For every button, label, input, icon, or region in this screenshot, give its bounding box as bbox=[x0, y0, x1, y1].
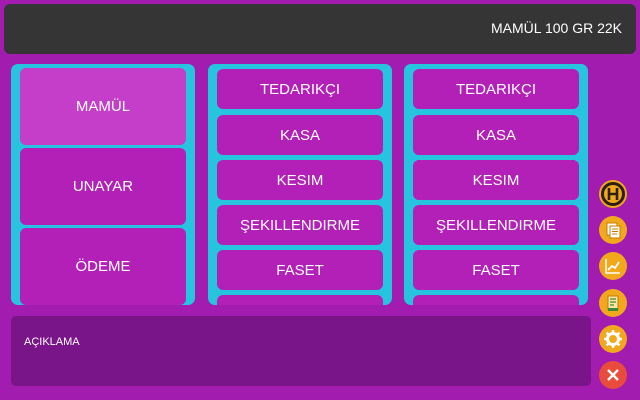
middle-option-faset[interactable]: FASET bbox=[217, 250, 383, 290]
middle-option-sekillendirme[interactable]: ŞEKILLENDIRME bbox=[217, 205, 383, 245]
description-label: AÇIKLAMA bbox=[24, 336, 80, 348]
documents-icon[interactable] bbox=[599, 216, 627, 244]
middle-option-kesim[interactable]: KESIM bbox=[217, 160, 383, 200]
right-option-sekillendirme[interactable]: ŞEKILLENDIRME bbox=[413, 205, 579, 245]
close-icon[interactable] bbox=[599, 361, 627, 389]
category-button-unayar[interactable]: UNAYAR bbox=[20, 148, 186, 225]
category-button-odeme[interactable]: ÖDEME bbox=[20, 228, 186, 305]
category-button-mamul[interactable]: MAMÜL bbox=[20, 68, 186, 145]
right-option-kasa[interactable]: KASA bbox=[413, 115, 579, 155]
category-panel: MAMÜL UNAYAR ÖDEME bbox=[11, 64, 195, 305]
gear-icon[interactable] bbox=[599, 325, 627, 353]
h-icon[interactable] bbox=[599, 180, 627, 208]
middle-option-kasa[interactable]: KASA bbox=[217, 115, 383, 155]
header-bar: MAMÜL 100 GR 22K bbox=[4, 4, 636, 54]
right-options-panel[interactable]: TEDARIKÇI KASA KESIM ŞEKILLENDIRME FASET bbox=[404, 64, 588, 305]
right-option-more[interactable] bbox=[413, 295, 579, 305]
middle-options-panel[interactable]: TEDARIKÇI KASA KESIM ŞEKILLENDIRME FASET bbox=[208, 64, 392, 305]
receipt-icon[interactable] bbox=[599, 289, 627, 317]
right-option-faset[interactable]: FASET bbox=[413, 250, 579, 290]
chart-icon[interactable] bbox=[599, 252, 627, 280]
middle-option-more[interactable] bbox=[217, 295, 383, 305]
header-title: MAMÜL 100 GR 22K bbox=[491, 20, 622, 36]
middle-option-tedarikci[interactable]: TEDARIKÇI bbox=[217, 69, 383, 109]
right-option-tedarikci[interactable]: TEDARIKÇI bbox=[413, 69, 579, 109]
description-field[interactable]: AÇIKLAMA bbox=[11, 316, 591, 386]
right-option-kesim[interactable]: KESIM bbox=[413, 160, 579, 200]
